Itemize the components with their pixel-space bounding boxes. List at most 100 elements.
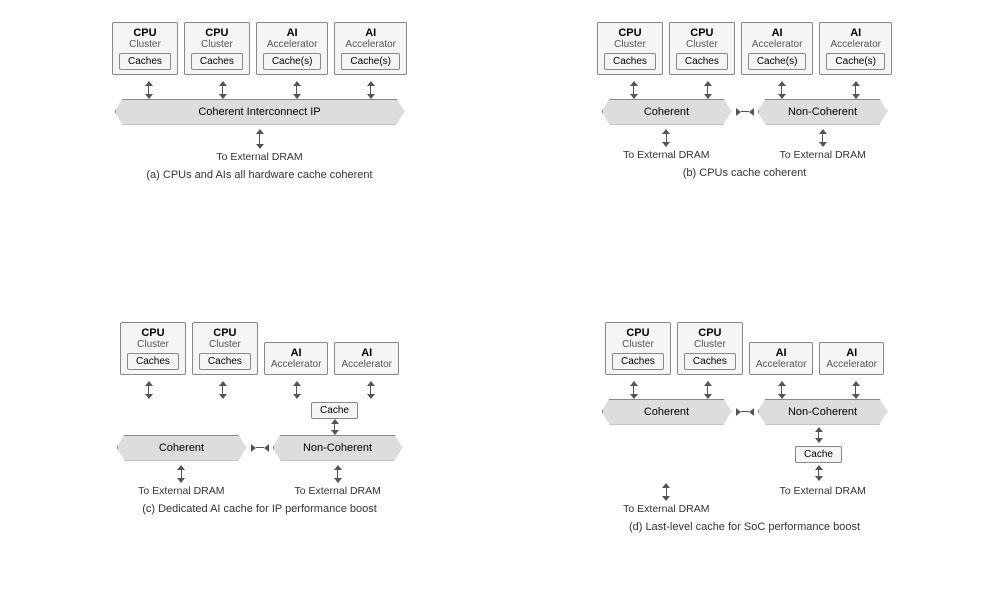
cpu1-c-title: CPU (127, 327, 179, 339)
mid-cache-row-c: Cache (113, 399, 407, 419)
cache-arr-row-d (599, 463, 891, 481)
dn2 (219, 94, 227, 99)
ai2-c-arr (337, 381, 405, 399)
ai2-a-cache: Cache(s) (341, 53, 400, 70)
caption-d: (d) Last-level cache for SoC performance… (629, 521, 860, 533)
cpu1-d-cache: Caches (612, 353, 664, 370)
cpu2-d-sub: Cluster (684, 339, 736, 350)
node-cpu2-b: CPU Cluster Caches (669, 22, 735, 75)
dram-row-d: To External DRAM To External DRAM (623, 483, 866, 515)
ai2-a-sub: Accelerator (341, 39, 400, 50)
dram-right-c: To External DRAM (295, 485, 381, 497)
cpu2-b-cache: Caches (676, 53, 728, 70)
dn-dram-a (256, 144, 264, 149)
coherent-banner-c: Coherent (117, 435, 247, 461)
ai1-d-sub: Accelerator (756, 359, 807, 370)
diagram-a: CPU Cluster Caches CPU Cluster Caches AI… (22, 12, 497, 292)
ai1-c-title: AI (271, 347, 322, 359)
cpu2-d-cache: Caches (684, 353, 736, 370)
node-cpu2-d: CPU Cluster Caches (677, 322, 743, 375)
node-cpu1-d: CPU Cluster Caches (605, 322, 671, 375)
cpu2-c-sub: Cluster (199, 339, 251, 350)
ai2-b-sub: Accelerator (826, 39, 885, 50)
node-ai2-d: AI Accelerator (819, 342, 884, 375)
ai1-a-sub: Accelerator (263, 39, 322, 50)
node-row-c: CPU Cluster Caches CPU Cluster Caches AI… (120, 322, 399, 375)
cpu1-a-title: CPU (119, 27, 171, 39)
interconnect-label-a: Coherent Interconnect IP (198, 106, 320, 118)
ai2-b-cache: Cache(s) (826, 53, 885, 70)
coherent-banner-b: Coherent (602, 99, 732, 125)
dram-col-c-right: To External DRAM (295, 465, 381, 497)
ai1-d-title: AI (756, 347, 807, 359)
main-container: CPU Cluster Caches CPU Cluster Caches AI… (22, 12, 982, 592)
node-cpu2-a: CPU Cluster Caches (184, 22, 250, 75)
non-coherent-label-b: Non-Coherent (788, 106, 857, 118)
node-row-b: CPU Cluster Caches CPU Cluster Caches AI… (597, 22, 892, 75)
dram-row-b: To External DRAM To External DRAM (623, 129, 866, 161)
cpu2-c-cache: Caches (199, 353, 251, 370)
cpu1-a-cache: Caches (119, 53, 171, 70)
arr-dram-a (256, 129, 264, 149)
cpu1-b-sub: Cluster (604, 39, 656, 50)
arrows-d-down (599, 381, 891, 399)
banner-row-d: Coherent Non-Coherent (602, 399, 888, 425)
dn1 (145, 94, 153, 99)
dram-right-d: To External DRAM (780, 485, 866, 497)
banner-row-c: Coherent Non-Coherent (117, 435, 403, 461)
mid-cache-row-d (599, 425, 891, 443)
ai2-d-sub: Accelerator (826, 359, 877, 370)
banner-row-b: Coherent Non-Coherent (602, 99, 888, 125)
cpu2-a-title: CPU (191, 27, 243, 39)
diagram-b: CPU Cluster Caches CPU Cluster Caches AI… (507, 12, 982, 292)
dram-col-b-left: To External DRAM (623, 129, 709, 161)
arr3 (263, 81, 331, 99)
arr4 (337, 81, 405, 99)
cpu1-c-sub: Cluster (127, 339, 179, 350)
barrC (748, 81, 816, 99)
non-coherent-label-d: Non-Coherent (788, 406, 857, 418)
vl4 (370, 86, 371, 94)
ai1-a-title: AI (263, 27, 322, 39)
ai2-b-title: AI (826, 27, 885, 39)
node-row-d: CPU Cluster Caches CPU Cluster Caches AI… (605, 322, 884, 375)
mid-cache-d: Cache (795, 446, 842, 463)
ai1-c-sub: Accelerator (271, 359, 322, 370)
node-cpu2-c: CPU Cluster Caches (192, 322, 258, 375)
caption-c: (c) Dedicated AI cache for IP performanc… (142, 503, 377, 515)
node-ai1-a: AI Accelerator Cache(s) (256, 22, 329, 75)
dram-label-a: To External DRAM (216, 151, 302, 163)
node-row-a: CPU Cluster Caches CPU Cluster Caches AI… (112, 22, 407, 75)
non-coherent-banner-c: Non-Coherent (273, 435, 403, 461)
vl-dram-a (259, 134, 260, 144)
horiz-conn-c (251, 444, 269, 452)
node-ai2-b: AI Accelerator Cache(s) (819, 22, 892, 75)
caption-a: (a) CPUs and AIs all hardware cache cohe… (146, 169, 372, 181)
dram-right-b: To External DRAM (780, 149, 866, 161)
node-ai1-c: AI Accelerator (264, 342, 329, 375)
cpu2-a-cache: Caches (191, 53, 243, 70)
node-ai1-d: AI Accelerator (749, 342, 814, 375)
dram-col-d-left: To External DRAM (623, 483, 709, 515)
coherent-label-b: Coherent (644, 106, 689, 118)
ai1-b-sub: Accelerator (748, 39, 807, 50)
vl2 (222, 86, 223, 94)
non-coherent-banner-b: Non-Coherent (758, 99, 888, 125)
node-ai1-b: AI Accelerator Cache(s) (741, 22, 814, 75)
dram-col-d-right: To External DRAM (780, 483, 866, 515)
dram-left-d: To External DRAM (623, 503, 709, 515)
arrows-b-down (597, 81, 892, 99)
dram-left-c: To External DRAM (138, 485, 224, 497)
mid-cache-arr-c (113, 419, 407, 435)
coherent-banner-d: Coherent (602, 399, 732, 425)
ai1-b-cache: Cache(s) (748, 53, 807, 70)
arrows-c-down (115, 381, 405, 399)
cpu1-c-cache: Caches (127, 353, 179, 370)
barrB (674, 81, 742, 99)
node-ai2-c: AI Accelerator (334, 342, 399, 375)
non-coherent-banner-d: Non-Coherent (758, 399, 888, 425)
cpu2-a-sub: Cluster (191, 39, 243, 50)
ai1-b-title: AI (748, 27, 807, 39)
ai2-d-title: AI (826, 347, 877, 359)
vl1 (148, 86, 149, 94)
